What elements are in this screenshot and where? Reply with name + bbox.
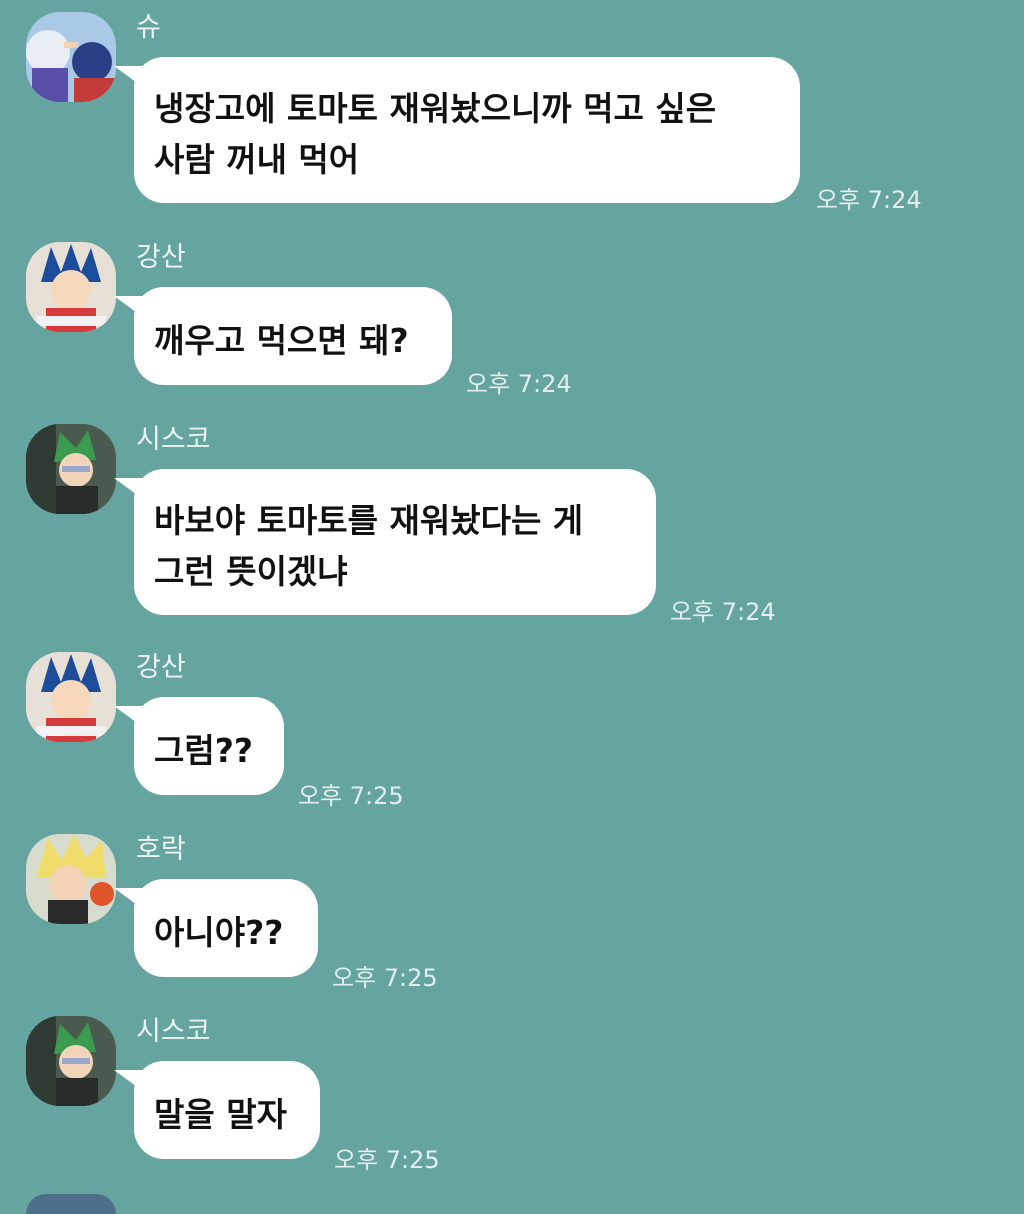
sender-avatar[interactable] (26, 424, 116, 514)
message-timestamp: 오후 7:25 (332, 964, 438, 992)
message-bubble[interactable]: 냉장고에 토마토 재워놨으니까 먹고 싶은 사람 꺼내 먹어 (134, 57, 800, 203)
message-bubble[interactable]: 말을 말자 (134, 1061, 320, 1159)
sender-avatar[interactable] (26, 652, 116, 742)
sender-name: 시스코 (136, 1016, 211, 1047)
message-timestamp: 오후 7:25 (334, 1146, 440, 1174)
message-bubble[interactable]: 바보야 토마토를 재워놨다는 게 그런 뜻이겠냐 (134, 469, 656, 615)
chat-area[interactable]: 슈 냉장고에 토마토 재워놨으니까 먹고 싶은 사람 꺼내 먹어 오후 7:24… (0, 0, 1024, 1214)
message-bubble[interactable]: 깨우고 먹으면 돼? (134, 287, 452, 385)
sender-avatar[interactable] (26, 12, 116, 102)
horak-avatar-icon (26, 834, 116, 924)
message-bubble[interactable]: 아니야?? (134, 879, 318, 977)
gangsan-avatar-icon (26, 652, 116, 742)
cisco-avatar-icon (26, 1016, 116, 1106)
sender-name: 슈 (136, 12, 161, 43)
next-avatar-partial (26, 1194, 116, 1214)
sender-name: 호락 (136, 834, 186, 865)
message-timestamp: 오후 7:24 (670, 598, 776, 626)
message-timestamp: 오후 7:24 (816, 186, 922, 214)
sender-name: 시스코 (136, 424, 211, 455)
message-bubble[interactable]: 그럼?? (134, 697, 284, 795)
gangsan-avatar-icon (26, 242, 116, 332)
sender-name: 강산 (136, 652, 186, 683)
message-timestamp: 오후 7:24 (466, 370, 572, 398)
cisco-avatar-icon (26, 424, 116, 514)
shu-avatar-icon (26, 12, 116, 102)
sender-avatar[interactable] (26, 834, 116, 924)
sender-avatar[interactable] (26, 1016, 116, 1106)
sender-avatar[interactable] (26, 242, 116, 332)
sender-name: 강산 (136, 242, 186, 273)
message-timestamp: 오후 7:25 (298, 782, 404, 810)
